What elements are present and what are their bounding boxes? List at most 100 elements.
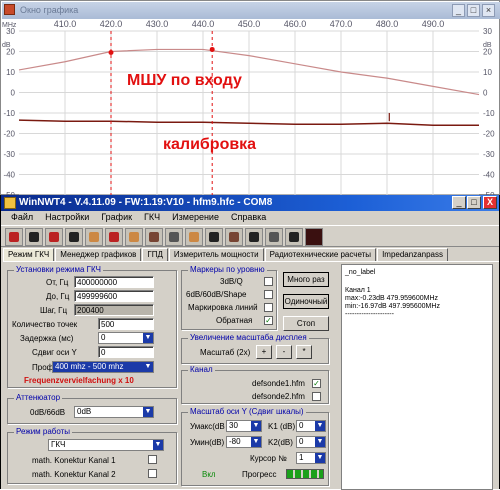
k1-combo[interactable]: 0 ▼ [296, 420, 326, 432]
marker-label: 6dB/60dB/Shape [186, 290, 247, 299]
ymax-combo[interactable]: 30 ▼ [226, 420, 262, 432]
calibrate-icon[interactable] [185, 228, 203, 246]
menu-file[interactable]: Файл [5, 211, 39, 224]
menu-graph[interactable]: График [95, 211, 138, 224]
screen-icon[interactable] [285, 228, 303, 246]
continuous-button[interactable]: Много раз [283, 272, 329, 287]
diagram-icon[interactable] [205, 228, 223, 246]
marker-reverse-checkbox[interactable]: ✓ [264, 316, 273, 325]
step-label: Шаг, Гц [40, 306, 68, 315]
app-icon [4, 197, 16, 209]
attenuator-combo[interactable]: 0dB ▼ [74, 406, 154, 418]
save-icon[interactable] [85, 228, 103, 246]
export-icon[interactable] [265, 228, 283, 246]
marker-3db-checkbox[interactable] [264, 277, 273, 286]
minimize-button[interactable]: _ [452, 4, 465, 17]
math2-label: math. Konektur Kanal 2 [32, 470, 116, 479]
mode-group: Режим работы ГКЧ ▼ math. Konektur Kanal 1… [7, 427, 177, 484]
stop-button[interactable]: Стоп [283, 316, 329, 331]
tab-impedance[interactable]: Impedanzanpass [377, 248, 448, 261]
yshift-input[interactable] [98, 346, 154, 358]
delay-combo[interactable]: 0 ▼ [98, 332, 154, 344]
cursor-value: 1 [299, 453, 304, 462]
chevron-down-icon[interactable]: ▼ [143, 333, 153, 343]
print-preview-icon[interactable] [45, 228, 63, 246]
chevron-down-icon[interactable]: ▼ [143, 407, 153, 417]
ymax-value: 30 [229, 421, 238, 430]
single-button[interactable]: Одиночный [283, 294, 329, 309]
menu-settings[interactable]: Настройки [39, 211, 95, 224]
zoom-out-button[interactable]: - [276, 345, 292, 359]
chevron-down-icon[interactable]: ▼ [315, 421, 325, 431]
info-panel: _no_label Канал 1 max:-0.23dB 479.959600… [341, 264, 493, 490]
menu-help[interactable]: Справка [225, 211, 272, 224]
zoom-in-button[interactable]: + [256, 345, 272, 359]
points-input[interactable] [98, 318, 154, 330]
group-title: Масштаб оси Y (Сдвиг шкалы) [188, 407, 306, 416]
menu-sweep[interactable]: ГКЧ [138, 211, 166, 224]
close-button[interactable]: X [483, 196, 497, 209]
menu-measure[interactable]: Измерение [166, 211, 225, 224]
memory-icon[interactable] [245, 228, 263, 246]
info-max: max:-0.23dB 479.959600MHz [345, 295, 438, 302]
graph-plot[interactable]: 410.0 420.0 430.0 440.0 450.0 460.0 470.0 480.0… [1, 19, 500, 196]
settings-icon[interactable] [105, 228, 123, 246]
maximize-button[interactable]: □ [467, 4, 480, 17]
tab-sweep-mode[interactable]: Режим ГКЧ [3, 248, 55, 262]
math1-label: math. Konektur Kanal 1 [32, 456, 116, 465]
k2-label: K2(dB) [268, 438, 293, 447]
group-title: Маркеры по уровню [188, 265, 267, 274]
tab-rf-calculations[interactable]: Радиотехнические расчеты [264, 248, 377, 261]
channel1-checkbox[interactable]: ✓ [312, 379, 321, 388]
chevron-down-icon[interactable]: ▼ [153, 440, 163, 450]
print-icon[interactable] [25, 228, 43, 246]
power-icon[interactable] [5, 228, 23, 246]
tab-graph-manager[interactable]: Менеджер графиков [55, 248, 142, 261]
progress-label: Прогресс [242, 470, 277, 479]
cursor-label: Курсор № [250, 454, 287, 463]
close-button[interactable]: × [482, 4, 495, 17]
print-color-icon[interactable] [65, 228, 83, 246]
zoom-reset-button[interactable]: * [296, 345, 312, 359]
points-label: Количество точек [12, 320, 78, 329]
tab-power-meter[interactable]: Измеритель мощности [168, 248, 264, 261]
probe-icon[interactable] [225, 228, 243, 246]
minimize-button[interactable]: _ [452, 196, 466, 209]
info-channel: Канал 1 [345, 287, 371, 294]
math2-checkbox[interactable] [148, 469, 157, 478]
chevron-down-icon[interactable]: ▼ [143, 362, 153, 372]
from-label: От, Гц [46, 278, 69, 287]
marker-shape-checkbox[interactable] [264, 290, 273, 299]
tab-gpd[interactable]: ГПД [142, 248, 168, 261]
color-icon[interactable] [305, 228, 323, 246]
group-title: Увеличение масштаба дисплея [188, 333, 309, 342]
profile-label: Проф [32, 363, 54, 372]
marker-label: Обратная [216, 316, 253, 325]
step-input[interactable] [74, 304, 154, 316]
graph-window-title: Окно графика [2, 2, 500, 19]
profile-combo[interactable]: 400 mhz - 500 mhz ▼ [52, 361, 154, 373]
k1-label: K1 (dB) [268, 422, 296, 431]
k2-combo[interactable]: 0 ▼ [296, 436, 326, 448]
chevron-down-icon[interactable]: ▼ [315, 453, 325, 463]
chevron-down-icon[interactable]: ▼ [251, 437, 261, 447]
attenuator-group: Аттенюатор 0dB/66dB 0dB ▼ [7, 393, 177, 424]
chevron-down-icon[interactable]: ▼ [315, 437, 325, 447]
y-tick-label-left: -20 [3, 130, 15, 139]
ymin-combo[interactable]: -80 ▼ [226, 436, 262, 448]
marker-lines-checkbox[interactable] [264, 303, 273, 312]
load-icon[interactable] [125, 228, 143, 246]
delay-value: 0 [101, 333, 106, 342]
channel2-checkbox[interactable] [312, 392, 321, 401]
mode-combo[interactable]: ГКЧ ▼ [48, 439, 164, 451]
hardware-icon[interactable] [145, 228, 163, 246]
maximize-button[interactable]: □ [467, 196, 481, 209]
from-input[interactable] [74, 276, 154, 288]
math1-checkbox[interactable] [148, 455, 157, 464]
tools-icon[interactable] [165, 228, 183, 246]
chevron-down-icon[interactable]: ▼ [251, 421, 261, 431]
to-input[interactable] [74, 290, 154, 302]
sweep-setup-group: Установки режима ГКЧ От, Гц До, Гц Шаг, … [7, 265, 177, 388]
cursor-combo[interactable]: 1 ▼ [296, 452, 326, 464]
y-scale-group: Масштаб оси Y (Сдвиг шкалы) Умакс(dB 30 ▼… [181, 407, 329, 486]
